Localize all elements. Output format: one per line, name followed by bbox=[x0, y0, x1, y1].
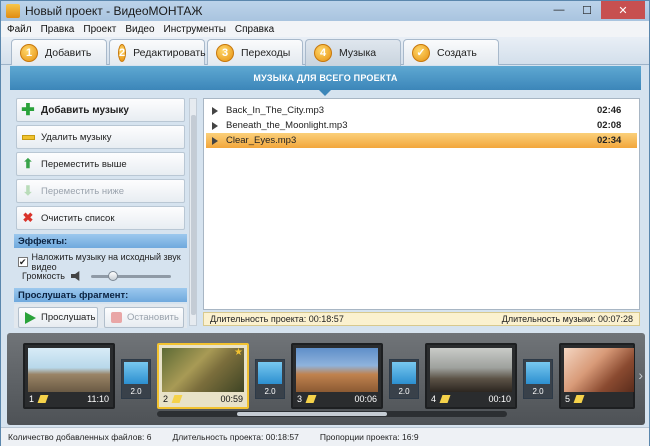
list-item[interactable]: Beneath_the_Moonlight.mp3 02:08 bbox=[206, 118, 637, 133]
move-down-button[interactable]: ⬇ Переместить ниже bbox=[16, 179, 185, 203]
pencil-icon bbox=[439, 395, 451, 403]
step-3-icon: 3 bbox=[216, 43, 234, 62]
preview-controls: Прослушать Остановить bbox=[14, 304, 187, 328]
minimize-button[interactable]: — bbox=[545, 1, 573, 19]
footer-duration: Длительность проекта: 00:18:57 bbox=[172, 432, 299, 442]
speaker-icon bbox=[70, 271, 80, 281]
title-bar: Новый проект - ВидеоМОНТАЖ — ☐ ✕ bbox=[1, 1, 649, 21]
minus-icon bbox=[21, 130, 35, 144]
play-small-icon bbox=[212, 106, 218, 115]
music-duration: Длительность музыки: 00:07:28 bbox=[501, 314, 633, 324]
app-icon bbox=[6, 4, 20, 18]
list-item[interactable]: Clear_Eyes.mp3 02:34 bbox=[206, 133, 637, 148]
clip-thumbnail bbox=[162, 348, 244, 392]
add-music-button[interactable]: ✚ Добавить музыку bbox=[16, 98, 185, 122]
clip-thumbnail bbox=[430, 348, 512, 392]
transition-icon bbox=[392, 362, 416, 384]
x-icon: ✖ bbox=[22, 210, 34, 225]
clip-thumbnail bbox=[28, 348, 110, 392]
clip-thumbnail bbox=[564, 348, 634, 392]
play-button[interactable]: Прослушать bbox=[18, 307, 98, 328]
timeline-clip[interactable]: 3 00:06 bbox=[291, 343, 383, 409]
timeline-clip[interactable]: 5 bbox=[559, 343, 635, 409]
arrow-down-icon: ⬇ bbox=[22, 183, 34, 198]
music-controls-panel: ✚ Добавить музыку Удалить музыку ⬆ Перем… bbox=[14, 96, 187, 328]
pencil-icon bbox=[305, 395, 317, 403]
volume-slider-knob[interactable] bbox=[108, 270, 119, 281]
transition[interactable]: 2.0 bbox=[523, 359, 553, 399]
tab-music[interactable]: 4 Музыка bbox=[305, 39, 401, 66]
timeline-scrollbar-thumb[interactable] bbox=[237, 412, 387, 416]
close-button[interactable]: ✕ bbox=[601, 1, 645, 19]
play-small-icon bbox=[212, 121, 218, 130]
preview-header: Прослушать фрагмент: bbox=[14, 288, 187, 302]
transition[interactable]: 2.0 bbox=[255, 359, 285, 399]
tab-add[interactable]: 1 Добавить bbox=[11, 39, 107, 65]
scrollbar-thumb[interactable] bbox=[191, 115, 196, 315]
stop-icon bbox=[111, 312, 122, 323]
overlay-checkbox[interactable]: ✔ bbox=[18, 257, 28, 267]
transition[interactable]: 2.0 bbox=[389, 359, 419, 399]
tab-edit[interactable]: 2 Редактировать bbox=[109, 39, 206, 65]
plus-icon: ✚ bbox=[21, 102, 35, 119]
aspect-ratio: Пропорции проекта: 16:9 bbox=[319, 432, 419, 442]
arrow-up-icon: ⬆ bbox=[22, 156, 34, 171]
section-banner: МУЗЫКА ДЛЯ ВСЕГО ПРОЕКТА bbox=[10, 66, 641, 96]
tab-create[interactable]: ✓ Создать bbox=[403, 39, 499, 65]
step-4-icon: 4 bbox=[314, 44, 332, 62]
stop-button[interactable]: Остановить bbox=[104, 307, 184, 328]
star-icon: ★ bbox=[234, 347, 243, 358]
timeline-clip[interactable]: 1 11:10 bbox=[23, 343, 115, 409]
chevron-right-icon[interactable]: › bbox=[638, 367, 643, 383]
timeline-clip[interactable]: 4 00:10 bbox=[425, 343, 517, 409]
volume-label: Громкость bbox=[22, 271, 65, 281]
timeline: 1 11:10 2.0 ★ 2 00:59 2.0 3 00:06 2.0 4 … bbox=[7, 333, 645, 425]
pencil-icon bbox=[37, 395, 49, 403]
play-icon bbox=[25, 311, 36, 324]
left-panel-scrollbar[interactable] bbox=[189, 98, 197, 326]
menu-file[interactable]: Файл bbox=[7, 24, 32, 35]
menu-edit[interactable]: Правка bbox=[41, 24, 75, 35]
files-count: Количество добавленных файлов: 6 bbox=[8, 432, 152, 442]
step-tabs: 1 Добавить 2 Редактировать 3 Переходы 4 Музы… bbox=[1, 37, 649, 66]
tab-transitions[interactable]: 3 Переходы bbox=[207, 39, 303, 65]
volume-slider[interactable] bbox=[90, 270, 171, 281]
transition-icon bbox=[124, 362, 148, 384]
transition-icon bbox=[258, 362, 282, 384]
duration-status-bar: Длительность проекта: 00:18:57 Длительно… bbox=[203, 312, 640, 326]
menu-help[interactable]: Справка bbox=[235, 24, 274, 35]
timeline-clip-selected[interactable]: ★ 2 00:59 bbox=[157, 343, 249, 409]
clear-list-button[interactable]: ✖ Очистить список bbox=[16, 206, 185, 230]
transition[interactable]: 2.0 bbox=[121, 359, 151, 399]
clip-thumbnail bbox=[296, 348, 378, 392]
menu-tools[interactable]: Инструменты bbox=[164, 24, 226, 35]
transition-icon bbox=[526, 362, 550, 384]
maximize-button[interactable]: ☐ bbox=[573, 1, 601, 19]
pencil-icon bbox=[573, 395, 585, 403]
menu-video[interactable]: Видео bbox=[125, 24, 154, 35]
window-title: Новый проект - ВидеоМОНТАЖ bbox=[25, 4, 203, 18]
pencil-icon bbox=[171, 395, 183, 403]
effects-header: Эффекты: bbox=[14, 234, 187, 248]
project-duration: Длительность проекта: 00:18:57 bbox=[210, 314, 344, 324]
play-small-icon bbox=[212, 136, 218, 145]
status-bar: Количество добавленных файлов: 6 Длитель… bbox=[1, 427, 649, 446]
delete-music-button[interactable]: Удалить музыку bbox=[16, 125, 185, 149]
menu-bar: Файл Правка Проект Видео Инструменты Спр… bbox=[1, 21, 649, 37]
app-window: Новый проект - ВидеоМОНТАЖ — ☐ ✕ Файл Пр… bbox=[0, 0, 650, 446]
checkmark-icon: ✓ bbox=[412, 43, 430, 62]
list-item[interactable]: Back_In_The_City.mp3 02:46 bbox=[206, 103, 637, 118]
volume-row: Громкость bbox=[22, 268, 187, 284]
timeline-scrollbar[interactable] bbox=[157, 411, 507, 417]
move-up-button[interactable]: ⬆ Переместить выше bbox=[16, 152, 185, 176]
step-1-icon: 1 bbox=[20, 43, 38, 62]
menu-project[interactable]: Проект bbox=[83, 24, 116, 35]
step-2-icon: 2 bbox=[118, 43, 127, 62]
music-list: Back_In_The_City.mp3 02:46 Beneath_the_M… bbox=[203, 98, 640, 310]
